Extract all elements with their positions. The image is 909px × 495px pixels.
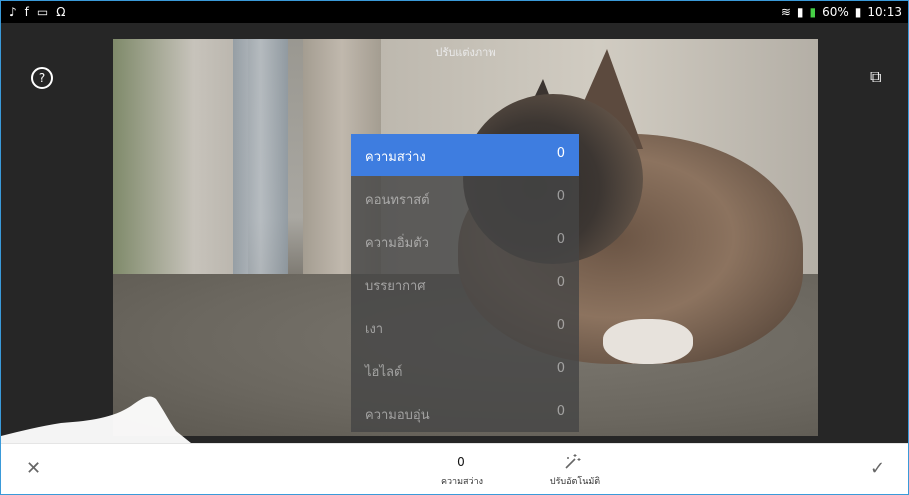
compare-icon: ⧉ (870, 67, 882, 86)
current-adjustment-label: ความสว่าง (440, 477, 484, 487)
menu-item-value: 0 (556, 404, 565, 419)
help-icon: ? (38, 71, 46, 85)
menu-item-label: เงา (365, 322, 384, 337)
menu-item-value: 0 (556, 232, 565, 247)
menu-item-shadows[interactable]: เงา 0 (351, 306, 579, 348)
histogram (1, 396, 191, 443)
compare-button[interactable]: ⧉ (870, 67, 890, 87)
status-left-icons: ♪ f ▭ Ω (9, 4, 65, 20)
menu-item-value: 0 (556, 189, 565, 204)
battery-percent: 60% (822, 5, 849, 19)
menu-item-label: ไฮไลต์ (365, 365, 403, 380)
menu-item-highlights[interactable]: ไฮไลต์ 0 (351, 349, 579, 391)
auto-adjust-button[interactable]: ปรับอัตโนมัติ (535, 474, 615, 488)
menu-item-label: คอนทราสต์ (365, 193, 430, 208)
close-button[interactable]: ✕ (26, 460, 44, 478)
page-title: ปรับแต่งภาพ (435, 46, 496, 59)
magic-wand-icon[interactable] (562, 452, 582, 472)
gallery-icon: ▭ (36, 5, 49, 19)
menu-item-contrast[interactable]: คอนทราสต์ 0 (351, 177, 579, 219)
bottom-toolbar: ✕ 0 ความสว่าง ปรับอัตโนมัติ ✓ (1, 443, 908, 494)
menu-item-value: 0 (556, 146, 565, 161)
menu-item-brightness[interactable]: ความสว่าง 0 (351, 134, 579, 176)
menu-item-value: 0 (556, 318, 565, 333)
status-right-icons: ≋ ▮ ▮ 60% ▮ 10:13 (781, 4, 902, 20)
app-frame: ♪ f ▭ Ω ≋ ▮ ▮ 60% ▮ 10:13 ? ⧉ ปรับแต่งภา… (0, 0, 909, 495)
current-adjustment-value: 0 (457, 455, 465, 469)
status-bar: ♪ f ▭ Ω ≋ ▮ ▮ 60% ▮ 10:13 (1, 1, 908, 23)
check-icon: ✓ (870, 458, 886, 479)
battery-icon: ▮ (854, 5, 862, 19)
wifi-icon: ≋ (780, 5, 791, 19)
signal-icon: ▮ (796, 5, 804, 19)
menu-item-warmth[interactable]: ความอบอุ่น 0 (351, 392, 579, 434)
photo-door (233, 39, 288, 274)
music-icon: ♪ (9, 5, 17, 19)
clock: 10:13 (867, 5, 902, 19)
menu-item-value: 0 (556, 361, 565, 376)
signal-icon: ▮ (809, 5, 817, 19)
menu-item-value: 0 (556, 275, 565, 290)
menu-item-label: ความอบอุ่น (365, 408, 430, 423)
photo-cat-paw (603, 319, 693, 364)
close-icon: ✕ (26, 458, 42, 479)
help-button[interactable]: ? (31, 67, 53, 89)
headphones-icon: Ω (56, 5, 66, 19)
adjustment-menu[interactable]: ความสว่าง 0 คอนทราสต์ 0 ความอิ่มตัว 0 บร… (351, 134, 579, 432)
photo-wall-left (113, 39, 248, 289)
menu-item-ambiance[interactable]: บรรยากาศ 0 (351, 263, 579, 305)
menu-item-label: ความสว่าง (365, 150, 426, 165)
menu-item-label: บรรยากาศ (365, 279, 426, 294)
confirm-button[interactable]: ✓ (870, 460, 888, 478)
menu-item-saturation[interactable]: ความอิ่มตัว 0 (351, 220, 579, 262)
facebook-icon: f (24, 5, 29, 19)
menu-item-label: ความอิ่มตัว (365, 236, 429, 251)
